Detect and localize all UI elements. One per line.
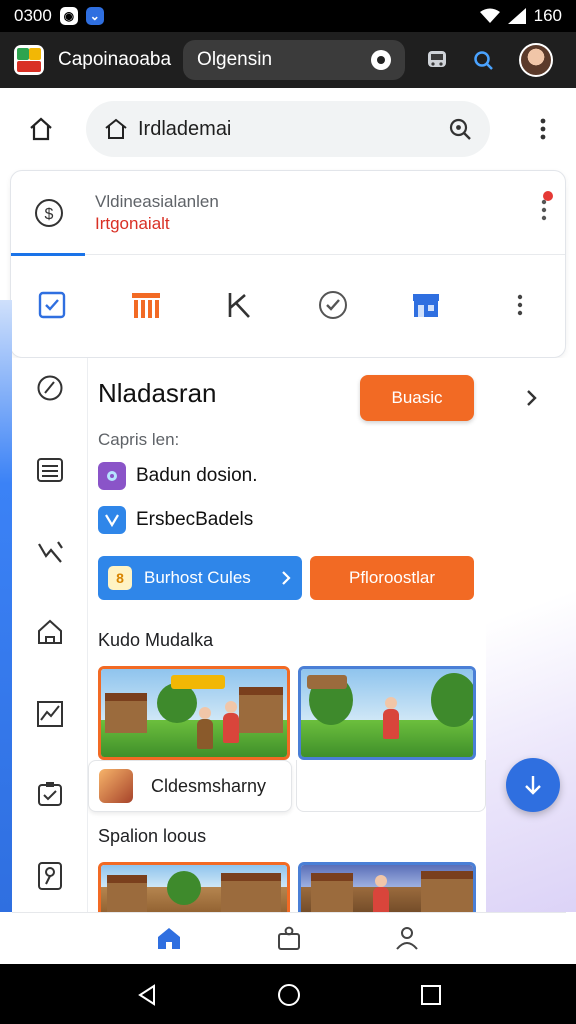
battery-level: 160: [533, 6, 562, 25]
app-title: Capoinaoaba: [58, 49, 172, 70]
chevron-right-icon: [282, 571, 291, 585]
compass-icon[interactable]: [34, 372, 66, 404]
app-search-text: Olgensin: [197, 49, 273, 70]
status-time: 0300: [14, 6, 52, 25]
orange-action-button[interactable]: Pfloroostlar: [310, 556, 474, 600]
scroll-down-button[interactable]: [506, 758, 560, 812]
game-thumbnail[interactable]: [98, 862, 290, 912]
trend-chart-icon[interactable]: [34, 698, 66, 730]
k-letter-icon[interactable]: [222, 288, 256, 322]
card-subtitle: Vldineasialanlen: [95, 191, 219, 211]
blue-action-label: Burhost Cules: [144, 568, 251, 587]
storefront-icon[interactable]: [409, 288, 443, 322]
page-title: Nladasran: [98, 378, 217, 408]
section-title: Spalion loous: [98, 826, 207, 846]
address-bar: Irdlademai: [0, 88, 576, 170]
game-card[interactable]: Cldesmsharny: [88, 760, 292, 812]
card-alert-text: Irtgonaialt: [95, 213, 170, 233]
home-circle-icon[interactable]: [276, 982, 302, 1008]
chart-down-icon[interactable]: [34, 536, 66, 568]
caption-text: Capris len:: [98, 430, 180, 449]
game-thumbnail[interactable]: [298, 862, 476, 912]
more-vert-icon[interactable]: [503, 288, 537, 322]
primary-button[interactable]: Buasic: [360, 375, 474, 421]
list-item-label: ErsbecBadels: [136, 509, 254, 530]
blue-action-button[interactable]: 8 Burhost Cules: [98, 556, 302, 600]
app-bar: Capoinaoaba Olgensin: [0, 32, 576, 88]
search-icon[interactable]: [469, 46, 497, 74]
more-vert-icon: [541, 199, 547, 221]
right-panel-bg: [486, 358, 576, 912]
card-more-button[interactable]: [541, 191, 553, 226]
chevron-right-icon[interactable]: [518, 384, 546, 412]
mail-app-icon: [98, 506, 126, 534]
record-icon[interactable]: [371, 50, 392, 70]
bottom-nav: [12, 912, 566, 964]
game-card-empty: [296, 760, 486, 812]
list-item[interactable]: ErsbecBadels: [98, 506, 253, 534]
url-text: Irdlademai: [138, 117, 232, 140]
section-title: Kudo Mudalka: [98, 630, 214, 650]
game-card-label: Cldesmsharny: [151, 775, 267, 796]
status-bar: 0300 ◉ ⌄ 160: [0, 0, 576, 32]
home-button[interactable]: [18, 106, 64, 152]
account-icon[interactable]: [392, 923, 422, 953]
badge-icon: 8: [108, 566, 132, 590]
header-card: $ Vldineasialanlen Irtgonaialt: [10, 170, 566, 358]
home-icon[interactable]: [154, 923, 184, 953]
game-thumbnail[interactable]: [298, 666, 476, 760]
profile-badge-icon[interactable]: [274, 923, 304, 953]
main-panel: Nladasran Buasic Capris len: Badun dosio…: [88, 358, 486, 912]
avatar[interactable]: [519, 43, 554, 77]
app-logo[interactable]: [14, 45, 44, 75]
game-thumbnail[interactable]: [98, 666, 290, 760]
gear-app-icon: [98, 462, 126, 490]
dollar-circle-icon[interactable]: $: [33, 197, 65, 229]
wifi-icon: [479, 8, 500, 23]
list-item-label: Badun dosion.: [136, 465, 258, 486]
left-rail: [12, 358, 88, 912]
url-field[interactable]: Irdlademai: [86, 101, 490, 157]
card-header: $ Vldineasialanlen Irtgonaialt: [11, 171, 565, 256]
checkbox-icon[interactable]: [35, 288, 69, 322]
game-app-icon: [99, 769, 133, 803]
zoom-icon[interactable]: [448, 117, 472, 141]
pin-icon[interactable]: [34, 860, 66, 892]
more-vert-icon[interactable]: [528, 118, 558, 140]
list-item[interactable]: Badun dosion.: [98, 462, 258, 490]
arrow-down-icon: [525, 776, 541, 795]
home-outline-icon[interactable]: [34, 616, 66, 648]
side-accent: [0, 300, 12, 912]
home-small-icon: [105, 118, 127, 139]
columns-icon[interactable]: [129, 288, 163, 322]
card-tab-indicator: [11, 253, 85, 256]
signal-icon: [507, 8, 526, 24]
app-notification-icon: ⌄: [85, 7, 104, 25]
svg-text:$: $: [45, 206, 54, 223]
bus-icon[interactable]: [423, 46, 451, 74]
clipboard-check-icon[interactable]: [34, 778, 66, 810]
app-search-field[interactable]: Olgensin: [183, 40, 406, 80]
system-nav-bar: [0, 964, 576, 1024]
tool-row: [11, 255, 565, 355]
home-outline-icon: [30, 117, 52, 141]
check-circle-icon[interactable]: [316, 288, 350, 322]
list-icon[interactable]: [34, 454, 66, 486]
notification-dot: [543, 191, 553, 201]
notification-icon: ◉: [59, 7, 78, 25]
recents-icon[interactable]: [418, 982, 444, 1008]
back-icon[interactable]: [134, 982, 160, 1008]
